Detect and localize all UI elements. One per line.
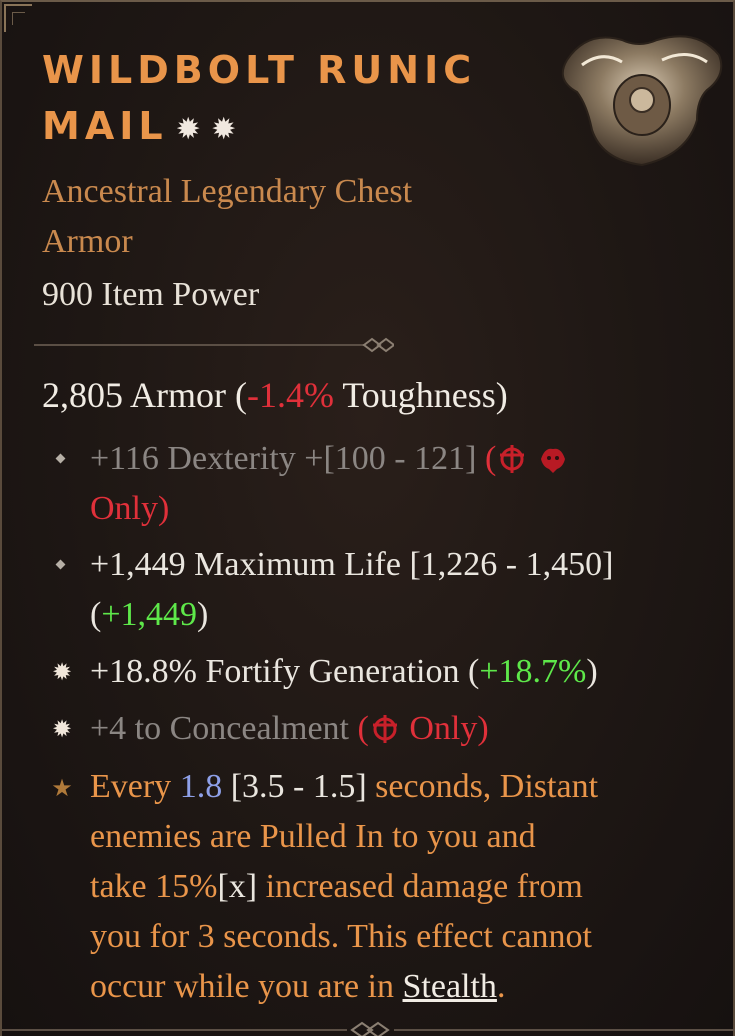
- affix-restriction: Only): [400, 710, 489, 747]
- affix-text: +4 to Concealment: [90, 710, 358, 747]
- item-name-line-1: WILDBOLT RUNIC: [42, 48, 477, 92]
- item-type: Ancestral Legendary Chest Armor: [42, 167, 512, 267]
- aspect-line-2: enemies are Pulled In to you and: [90, 818, 536, 855]
- affix-restriction: Only): [90, 490, 170, 527]
- affix-text: +18.8% Fortify Generation: [90, 653, 468, 690]
- item-name-line-2: MAIL: [42, 104, 168, 148]
- greater-affix-star-icon: ✹: [51, 660, 73, 686]
- affix-close-paren: ): [197, 596, 209, 633]
- druid-class-icon: [540, 448, 565, 473]
- bottom-divider: [2, 1021, 735, 1036]
- aspect-prefix: Every: [90, 768, 180, 805]
- aspect-line-end: .: [496, 968, 506, 1005]
- legendary-aspect-text: Every 1.8 [3.5 - 1.5] seconds, Distant e…: [90, 762, 720, 1012]
- aspect-line-4: you for 3 seconds. This effect cannot: [90, 918, 592, 955]
- affix-open-paren: (: [484, 440, 497, 477]
- greater-affix-stars-icon: ✹ ✹: [175, 112, 237, 147]
- section-divider: [34, 337, 394, 353]
- item-power: 900 Item Power: [42, 276, 260, 313]
- toughness-label: Toughness): [333, 375, 508, 415]
- rogue-class-icon: [372, 715, 397, 743]
- item-type-line-2: Armor: [42, 223, 133, 260]
- affix-text: +1,449 Maximum Life [1,226 - 1,450]: [90, 546, 614, 583]
- item-name: WILDBOLT RUNIC MAIL ✹ ✹: [42, 42, 542, 158]
- item-type-line-1: Ancestral Legendary Chest: [42, 173, 413, 210]
- affix-open-paren: (: [467, 653, 480, 690]
- affix-dexterity: +116 Dexterity +[100 - 121] ( Only): [90, 434, 720, 534]
- aspect-line-1: seconds, Distant: [375, 768, 599, 805]
- item-tooltip: WILDBOLT RUNIC MAIL ✹ ✹ Ancestral Legenda…: [0, 0, 735, 1036]
- aspect-multiplier-tag: [x]: [217, 868, 258, 905]
- affix-fortify-generation: +18.8% Fortify Generation (+18.7%): [90, 647, 720, 697]
- aspect-value: 1.8: [179, 768, 223, 805]
- toughness-delta: -1.4%: [246, 375, 334, 415]
- affix-diamond-icon: [47, 552, 77, 582]
- armor-stat: 2,805 Armor (-1.4% Toughness): [42, 370, 508, 420]
- aspect-range: [3.5 - 1.5]: [222, 768, 376, 805]
- affix-text: +116 Dexterity +[100 - 121]: [90, 440, 485, 477]
- chest-armor-icon: [561, 35, 723, 167]
- rogue-class-icon: [500, 445, 525, 473]
- affix-open-paren: (: [90, 596, 102, 633]
- armor-value: 2,805 Armor (: [42, 375, 247, 415]
- aspect-line-3c: increased damage from: [257, 868, 583, 905]
- affix-delta: +1,449: [101, 596, 198, 633]
- greater-affix-star-icon: ✹: [51, 717, 73, 743]
- legendary-aspect-star-icon: ★: [51, 776, 73, 802]
- affix-close-paren: ): [586, 653, 598, 690]
- affix-diamond-icon: [47, 446, 77, 476]
- frame-corner-ornament: [4, 4, 32, 32]
- affix-maximum-life: +1,449 Maximum Life [1,226 - 1,450] (+1,4…: [90, 540, 720, 640]
- affix-concealment: +4 to Concealment ( Only): [90, 704, 720, 754]
- affix-open-paren: (: [357, 710, 369, 747]
- affix-delta: +18.7%: [479, 653, 587, 690]
- stealth-keyword-link[interactable]: Stealth: [403, 968, 497, 1005]
- aspect-line-5: occur while you are in: [90, 968, 403, 1005]
- aspect-line-3a: take 15%: [90, 868, 218, 905]
